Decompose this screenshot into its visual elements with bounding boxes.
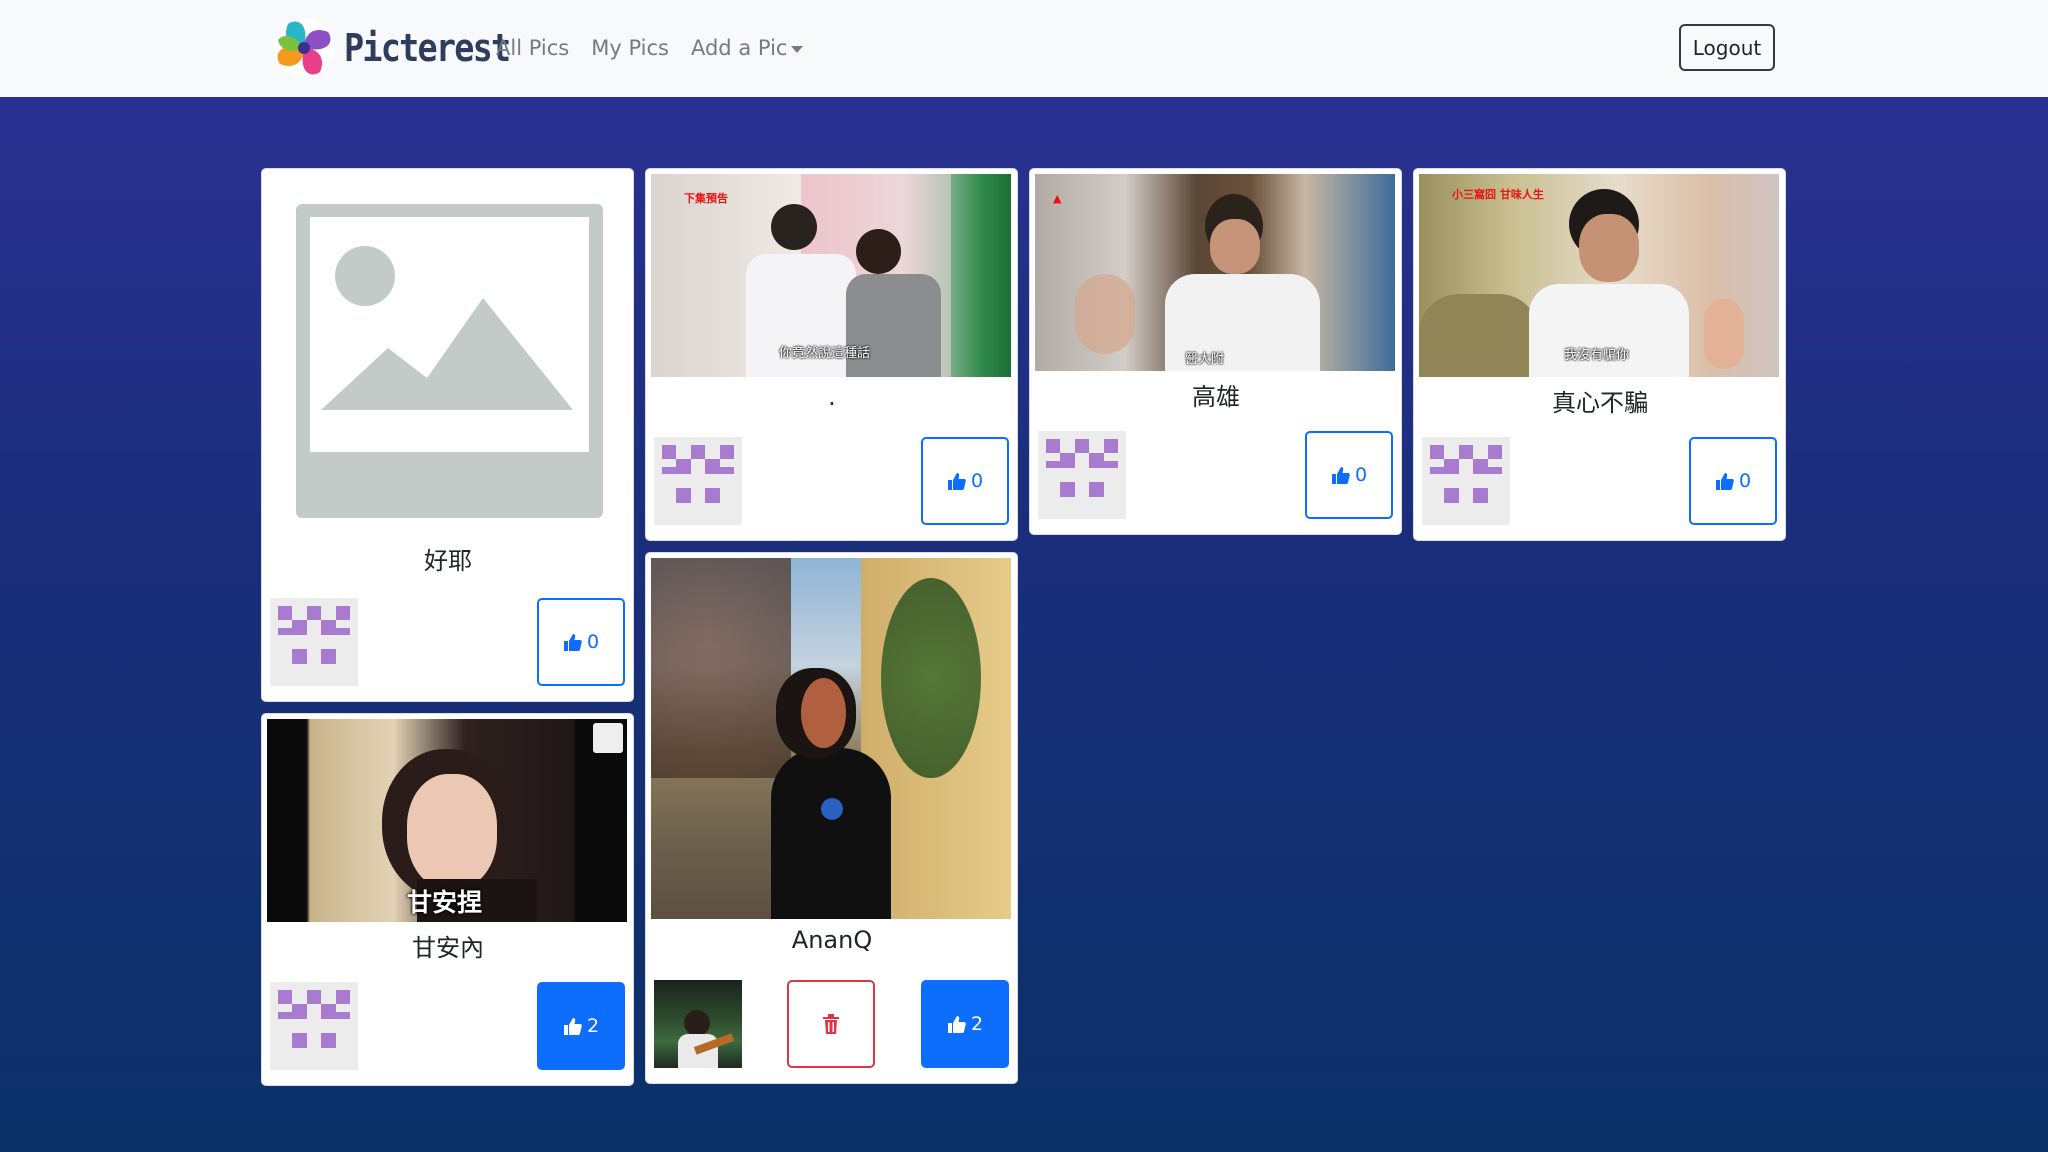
nav-add-pic-dropdown[interactable]: Add a Pic (690, 36, 804, 60)
user-avatar[interactable] (270, 598, 358, 686)
user-avatar[interactable] (1422, 437, 1510, 525)
thumbs-up-icon (1331, 465, 1351, 485)
pic-card: 好耶 0 (261, 168, 634, 702)
picterest-logo-icon (274, 18, 334, 78)
channel-logo-icon: ▲ (1053, 192, 1062, 205)
user-avatar[interactable] (654, 980, 742, 1068)
overlay-text: 小三窩囧 甘味人生 (1452, 188, 1544, 201)
user-avatar[interactable] (654, 437, 742, 525)
like-button[interactable]: 2 (921, 980, 1009, 1068)
pic-image[interactable]: 下集預告 你竟然說這種話 (651, 174, 1011, 377)
pic-card: 小三窩囧 甘味人生 我沒有騙你 真心不騙 0 (1413, 168, 1786, 541)
image-placeholder-icon (267, 174, 627, 524)
pic-title: 甘安內 (412, 934, 484, 962)
pic-title: AnanQ (791, 926, 873, 954)
thumbs-up-icon (1715, 471, 1735, 491)
thumbs-up-icon (947, 1014, 967, 1034)
thumbs-up-icon (563, 1016, 583, 1036)
user-avatar[interactable] (270, 982, 358, 1070)
thumbs-up-icon (947, 471, 967, 491)
subtitle-text: 甘安捏 (407, 888, 483, 917)
pic-card: 下集預告 你竟然說這種話 . 0 (645, 168, 1018, 541)
subtitle-text: 你竟然說這種話 (779, 346, 871, 361)
pic-image[interactable] (651, 558, 1011, 919)
like-count: 2 (586, 1015, 600, 1037)
trash-icon (823, 1014, 839, 1034)
pic-card: AnanQ 2 (645, 552, 1018, 1084)
thumbs-up-icon (563, 632, 583, 652)
navbar: Picterest All Pics My Pics Add a Pic Log… (0, 0, 2048, 97)
brand-link[interactable]: Picterest (270, 14, 532, 82)
pic-card: 甘安捏 甘安內 2 (261, 713, 634, 1086)
like-count: 0 (1738, 470, 1752, 492)
pic-title: . (828, 383, 836, 411)
pic-image[interactable]: 甘安捏 (267, 719, 627, 922)
like-button[interactable]: 0 (1689, 437, 1777, 525)
like-button[interactable]: 0 (537, 598, 625, 686)
pic-title: 高雄 (1192, 383, 1240, 411)
nav-links: All Pics My Pics Add a Pic (496, 36, 804, 60)
pic-card: ▲ 醫大附 高雄 0 (1029, 168, 1402, 535)
pic-title: 真心不騙 (1552, 389, 1648, 417)
overlay-text: 下集預告 (684, 192, 728, 205)
like-count: 0 (970, 470, 984, 492)
subtitle-text: 我沒有騙你 (1564, 348, 1630, 363)
like-button[interactable]: 0 (921, 437, 1009, 525)
nav-add-pic-label: Add a Pic (690, 36, 788, 60)
like-button[interactable]: 0 (1305, 431, 1393, 519)
subtitle-text: 醫大附 (1185, 352, 1225, 367)
like-count: 2 (970, 1013, 984, 1035)
user-avatar[interactable] (1038, 431, 1126, 519)
pic-image[interactable]: ▲ 醫大附 (1035, 174, 1395, 371)
like-count: 0 (1354, 464, 1368, 486)
caret-down-icon (791, 45, 804, 53)
nav-my-pics[interactable]: My Pics (591, 36, 669, 60)
delete-button[interactable] (787, 980, 875, 1068)
pic-title: 好耶 (424, 547, 472, 575)
nav-all-pics[interactable]: All Pics (496, 36, 569, 60)
like-count: 0 (586, 631, 600, 653)
logout-button[interactable]: Logout (1679, 24, 1775, 71)
brand-name: Picterest (344, 26, 511, 70)
pic-image[interactable]: 小三窩囧 甘味人生 我沒有騙你 (1419, 174, 1779, 377)
like-button[interactable]: 2 (537, 982, 625, 1070)
